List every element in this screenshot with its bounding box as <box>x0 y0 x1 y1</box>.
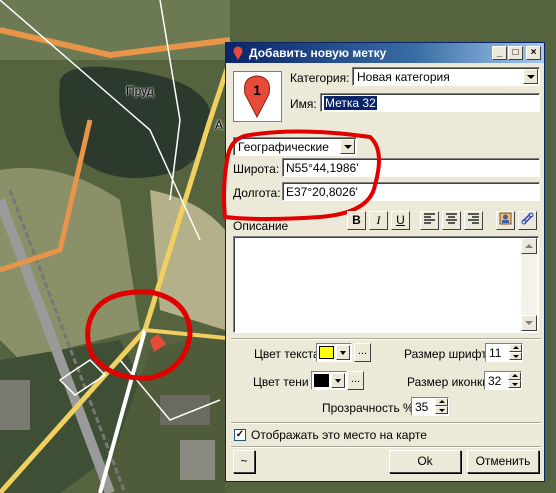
underline-button[interactable]: U <box>391 211 410 230</box>
show-on-map-checkbox[interactable]: ✓ <box>234 429 246 441</box>
icon-size-value: 32 <box>488 374 502 388</box>
align-center-button[interactable] <box>442 211 461 230</box>
link-icon <box>521 212 534 225</box>
italic-button[interactable]: I <box>369 211 388 230</box>
insert-image-button[interactable] <box>496 211 515 230</box>
red-highlight-annotation <box>222 129 381 221</box>
opacity-spinner[interactable]: 35 <box>411 397 449 416</box>
text-color-more-button[interactable]: ... <box>354 343 371 362</box>
description-label: Описание <box>233 219 289 233</box>
tilde-button[interactable]: ~ <box>233 450 255 473</box>
separator <box>231 446 541 448</box>
spin-down-icon[interactable] <box>509 352 522 360</box>
icon-size-spinner[interactable]: 32 <box>484 371 522 390</box>
scroll-down-button[interactable] <box>521 315 537 331</box>
text-color-select[interactable] <box>316 343 352 362</box>
spin-up-icon[interactable] <box>508 372 521 380</box>
align-left-button[interactable] <box>420 211 439 230</box>
chevron-down-icon[interactable] <box>336 345 350 360</box>
text-color-label: Цвет текста <box>254 347 320 361</box>
marker-icon-picker[interactable]: 1 <box>233 71 282 122</box>
title-bar[interactable]: Добавить новую метку _ □ × <box>226 43 544 63</box>
opacity-label: Прозрачность % <box>322 401 414 415</box>
dialog-title: Добавить новую метку <box>249 46 387 60</box>
text-color-swatch <box>319 346 334 359</box>
show-on-map-label: Отображать это место на карте <box>251 428 427 442</box>
map-pin-icon: 1 <box>244 75 270 119</box>
opacity-value: 35 <box>415 400 429 414</box>
font-size-spinner[interactable]: 11 <box>485 343 523 362</box>
align-center-icon <box>446 213 457 224</box>
font-size-label: Размер шрифта <box>404 347 494 361</box>
shadow-color-select[interactable] <box>311 371 347 390</box>
description-scrollbar[interactable] <box>521 238 537 331</box>
scroll-up-button[interactable] <box>521 238 537 254</box>
insert-link-button[interactable] <box>518 211 537 230</box>
description-textarea[interactable] <box>233 236 539 333</box>
spin-up-icon[interactable] <box>435 398 448 406</box>
chevron-down-icon[interactable] <box>331 373 345 388</box>
cancel-button[interactable]: Отменить <box>467 450 539 473</box>
category-label: Категория: <box>290 71 350 85</box>
map-marker-icon <box>233 46 243 60</box>
bold-button[interactable]: B <box>347 211 366 230</box>
ok-button[interactable]: Ok <box>389 450 461 473</box>
shadow-color-label: Цвет тени <box>253 375 309 389</box>
minimize-button[interactable]: _ <box>492 46 507 60</box>
icon-size-label: Размер иконки <box>407 375 489 389</box>
maximize-button[interactable]: □ <box>508 46 523 60</box>
align-right-button[interactable] <box>464 211 483 230</box>
name-input[interactable]: Метка 32 <box>320 93 540 112</box>
name-value: Метка 32 <box>324 96 377 110</box>
separator <box>231 422 541 424</box>
marker-number: 1 <box>253 82 261 98</box>
shadow-color-more-button[interactable]: ... <box>347 371 364 390</box>
separator <box>231 338 541 340</box>
spin-up-icon[interactable] <box>509 344 522 352</box>
font-size-value: 11 <box>489 346 502 360</box>
close-button[interactable]: × <box>526 46 541 60</box>
align-right-icon <box>468 213 479 224</box>
category-select[interactable]: Новая категория <box>352 67 540 86</box>
spin-down-icon[interactable] <box>508 380 521 388</box>
shadow-color-swatch <box>314 374 329 387</box>
add-placemark-dialog: Добавить новую метку _ □ × 1 Категория: … <box>222 42 545 482</box>
chevron-down-icon[interactable] <box>523 69 538 84</box>
category-value: Новая категория <box>357 70 450 84</box>
pond-label: Пруд <box>126 84 154 98</box>
spin-down-icon[interactable] <box>435 406 448 414</box>
align-left-icon <box>424 213 435 224</box>
picture-icon <box>499 212 512 225</box>
name-label: Имя: <box>290 97 317 111</box>
